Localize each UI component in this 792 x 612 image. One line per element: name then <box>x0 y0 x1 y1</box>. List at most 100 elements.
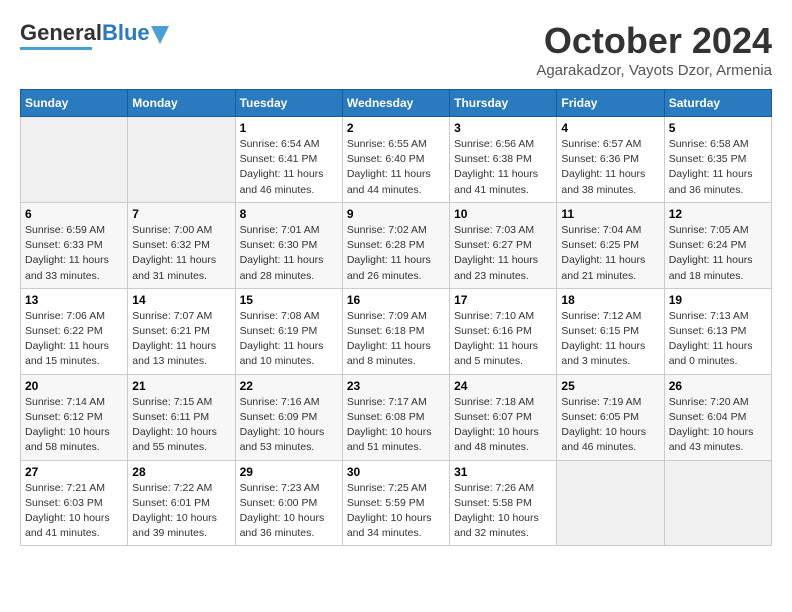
subtitle: Agarakadzor, Vayots Dzor, Armenia <box>536 62 772 79</box>
day-cell <box>557 460 664 546</box>
day-number: 12 <box>669 207 767 221</box>
calendar: SundayMondayTuesdayWednesdayThursdayFrid… <box>20 89 772 546</box>
day-number: 8 <box>240 207 338 221</box>
day-info: Sunrise: 7:06 AM Sunset: 6:22 PM Dayligh… <box>25 309 123 370</box>
day-cell: 29 Sunrise: 7:23 AM Sunset: 6:00 PM Dayli… <box>235 460 342 546</box>
day-info: Sunrise: 7:21 AM Sunset: 6:03 PM Dayligh… <box>25 481 123 542</box>
month-title: October 2024 <box>536 20 772 62</box>
day-cell: 3 Sunrise: 6:56 AM Sunset: 6:38 PM Daylig… <box>450 117 557 203</box>
day-number: 6 <box>25 207 123 221</box>
day-info: Sunrise: 7:26 AM Sunset: 5:58 PM Dayligh… <box>454 481 552 542</box>
day-number: 9 <box>347 207 445 221</box>
day-number: 1 <box>240 121 338 135</box>
day-cell: 14 Sunrise: 7:07 AM Sunset: 6:21 PM Dayli… <box>128 288 235 374</box>
weekday-monday: Monday <box>128 90 235 117</box>
day-cell: 17Sunrise: 7:10 AM Sunset: 6:16 PM Dayli… <box>450 288 557 374</box>
day-number: 25 <box>561 379 659 393</box>
day-number: 15 <box>240 293 338 307</box>
logo: General Blue <box>20 20 169 50</box>
weekday-thursday: Thursday <box>450 90 557 117</box>
day-cell: 20 Sunrise: 7:14 AM Sunset: 6:12 PM Dayli… <box>21 374 128 460</box>
day-number: 30 <box>347 465 445 479</box>
day-cell: 19 Sunrise: 7:13 AM Sunset: 6:13 PM Dayli… <box>664 288 771 374</box>
day-number: 31 <box>454 465 552 479</box>
day-info: Sunrise: 7:02 AM Sunset: 6:28 PM Dayligh… <box>347 223 445 284</box>
day-info: Sunrise: 7:09 AM Sunset: 6:18 PM Dayligh… <box>347 309 445 370</box>
day-cell: 9 Sunrise: 7:02 AM Sunset: 6:28 PM Daylig… <box>342 202 449 288</box>
day-info: Sunrise: 7:01 AM Sunset: 6:30 PM Dayligh… <box>240 223 338 284</box>
day-number: 5 <box>669 121 767 135</box>
day-cell: 13 Sunrise: 7:06 AM Sunset: 6:22 PM Dayli… <box>21 288 128 374</box>
day-info: Sunrise: 7:23 AM Sunset: 6:00 PM Dayligh… <box>240 481 338 542</box>
day-number: 24 <box>454 379 552 393</box>
day-cell: 30 Sunrise: 7:25 AM Sunset: 5:59 PM Dayli… <box>342 460 449 546</box>
week-row-2: 6Sunrise: 6:59 AM Sunset: 6:33 PM Daylig… <box>21 202 772 288</box>
day-number: 28 <box>132 465 230 479</box>
day-info: Sunrise: 7:16 AM Sunset: 6:09 PM Dayligh… <box>240 395 338 456</box>
day-info: Sunrise: 6:55 AM Sunset: 6:40 PM Dayligh… <box>347 137 445 198</box>
title-block: October 2024 Agarakadzor, Vayots Dzor, A… <box>536 20 772 79</box>
day-number: 20 <box>25 379 123 393</box>
day-cell: 2Sunrise: 6:55 AM Sunset: 6:40 PM Daylig… <box>342 117 449 203</box>
logo-chevron-icon <box>151 26 169 44</box>
day-info: Sunrise: 7:22 AM Sunset: 6:01 PM Dayligh… <box>132 481 230 542</box>
day-info: Sunrise: 7:13 AM Sunset: 6:13 PM Dayligh… <box>669 309 767 370</box>
day-cell: 12 Sunrise: 7:05 AM Sunset: 6:24 PM Dayli… <box>664 202 771 288</box>
day-number: 14 <box>132 293 230 307</box>
logo-underline <box>20 47 92 50</box>
day-number: 3 <box>454 121 552 135</box>
day-cell: 18 Sunrise: 7:12 AM Sunset: 6:15 PM Dayli… <box>557 288 664 374</box>
weekday-sunday: Sunday <box>21 90 128 117</box>
day-number: 26 <box>669 379 767 393</box>
day-info: Sunrise: 7:03 AM Sunset: 6:27 PM Dayligh… <box>454 223 552 284</box>
weekday-header-row: SundayMondayTuesdayWednesdayThursdayFrid… <box>21 90 772 117</box>
logo-blue: Blue <box>102 20 150 46</box>
day-number: 27 <box>25 465 123 479</box>
day-info: Sunrise: 7:14 AM Sunset: 6:12 PM Dayligh… <box>25 395 123 456</box>
day-info: Sunrise: 6:57 AM Sunset: 6:36 PM Dayligh… <box>561 137 659 198</box>
day-info: Sunrise: 7:00 AM Sunset: 6:32 PM Dayligh… <box>132 223 230 284</box>
header: General Blue October 2024 Agarakadzor, V… <box>20 20 772 79</box>
day-info: Sunrise: 7:15 AM Sunset: 6:11 PM Dayligh… <box>132 395 230 456</box>
day-number: 11 <box>561 207 659 221</box>
day-cell <box>664 460 771 546</box>
day-info: Sunrise: 7:12 AM Sunset: 6:15 PM Dayligh… <box>561 309 659 370</box>
day-number: 29 <box>240 465 338 479</box>
day-info: Sunrise: 7:25 AM Sunset: 5:59 PM Dayligh… <box>347 481 445 542</box>
day-info: Sunrise: 6:56 AM Sunset: 6:38 PM Dayligh… <box>454 137 552 198</box>
day-cell: 16Sunrise: 7:09 AM Sunset: 6:18 PM Dayli… <box>342 288 449 374</box>
day-number: 21 <box>132 379 230 393</box>
day-cell: 1 Sunrise: 6:54 AM Sunset: 6:41 PM Daylig… <box>235 117 342 203</box>
day-number: 22 <box>240 379 338 393</box>
day-cell: 23Sunrise: 7:17 AM Sunset: 6:08 PM Dayli… <box>342 374 449 460</box>
day-cell: 4 Sunrise: 6:57 AM Sunset: 6:36 PM Daylig… <box>557 117 664 203</box>
week-row-4: 20 Sunrise: 7:14 AM Sunset: 6:12 PM Dayli… <box>21 374 772 460</box>
day-cell: 21 Sunrise: 7:15 AM Sunset: 6:11 PM Dayli… <box>128 374 235 460</box>
day-info: Sunrise: 7:19 AM Sunset: 6:05 PM Dayligh… <box>561 395 659 456</box>
day-cell: 25 Sunrise: 7:19 AM Sunset: 6:05 PM Dayli… <box>557 374 664 460</box>
day-cell: 31 Sunrise: 7:26 AM Sunset: 5:58 PM Dayli… <box>450 460 557 546</box>
weekday-wednesday: Wednesday <box>342 90 449 117</box>
day-number: 13 <box>25 293 123 307</box>
week-row-1: 1 Sunrise: 6:54 AM Sunset: 6:41 PM Daylig… <box>21 117 772 203</box>
week-row-5: 27 Sunrise: 7:21 AM Sunset: 6:03 PM Dayli… <box>21 460 772 546</box>
day-info: Sunrise: 6:54 AM Sunset: 6:41 PM Dayligh… <box>240 137 338 198</box>
day-number: 19 <box>669 293 767 307</box>
day-number: 18 <box>561 293 659 307</box>
day-cell: 6Sunrise: 6:59 AM Sunset: 6:33 PM Daylig… <box>21 202 128 288</box>
day-number: 4 <box>561 121 659 135</box>
weekday-saturday: Saturday <box>664 90 771 117</box>
day-cell: 5Sunrise: 6:58 AM Sunset: 6:35 PM Daylig… <box>664 117 771 203</box>
day-info: Sunrise: 7:05 AM Sunset: 6:24 PM Dayligh… <box>669 223 767 284</box>
weekday-friday: Friday <box>557 90 664 117</box>
day-cell: 10Sunrise: 7:03 AM Sunset: 6:27 PM Dayli… <box>450 202 557 288</box>
day-info: Sunrise: 7:04 AM Sunset: 6:25 PM Dayligh… <box>561 223 659 284</box>
day-cell <box>21 117 128 203</box>
day-cell: 26 Sunrise: 7:20 AM Sunset: 6:04 PM Dayli… <box>664 374 771 460</box>
logo-general: General <box>20 20 102 46</box>
day-cell: 24Sunrise: 7:18 AM Sunset: 6:07 PM Dayli… <box>450 374 557 460</box>
week-row-3: 13 Sunrise: 7:06 AM Sunset: 6:22 PM Dayli… <box>21 288 772 374</box>
day-info: Sunrise: 7:07 AM Sunset: 6:21 PM Dayligh… <box>132 309 230 370</box>
day-cell: 7Sunrise: 7:00 AM Sunset: 6:32 PM Daylig… <box>128 202 235 288</box>
day-info: Sunrise: 7:20 AM Sunset: 6:04 PM Dayligh… <box>669 395 767 456</box>
